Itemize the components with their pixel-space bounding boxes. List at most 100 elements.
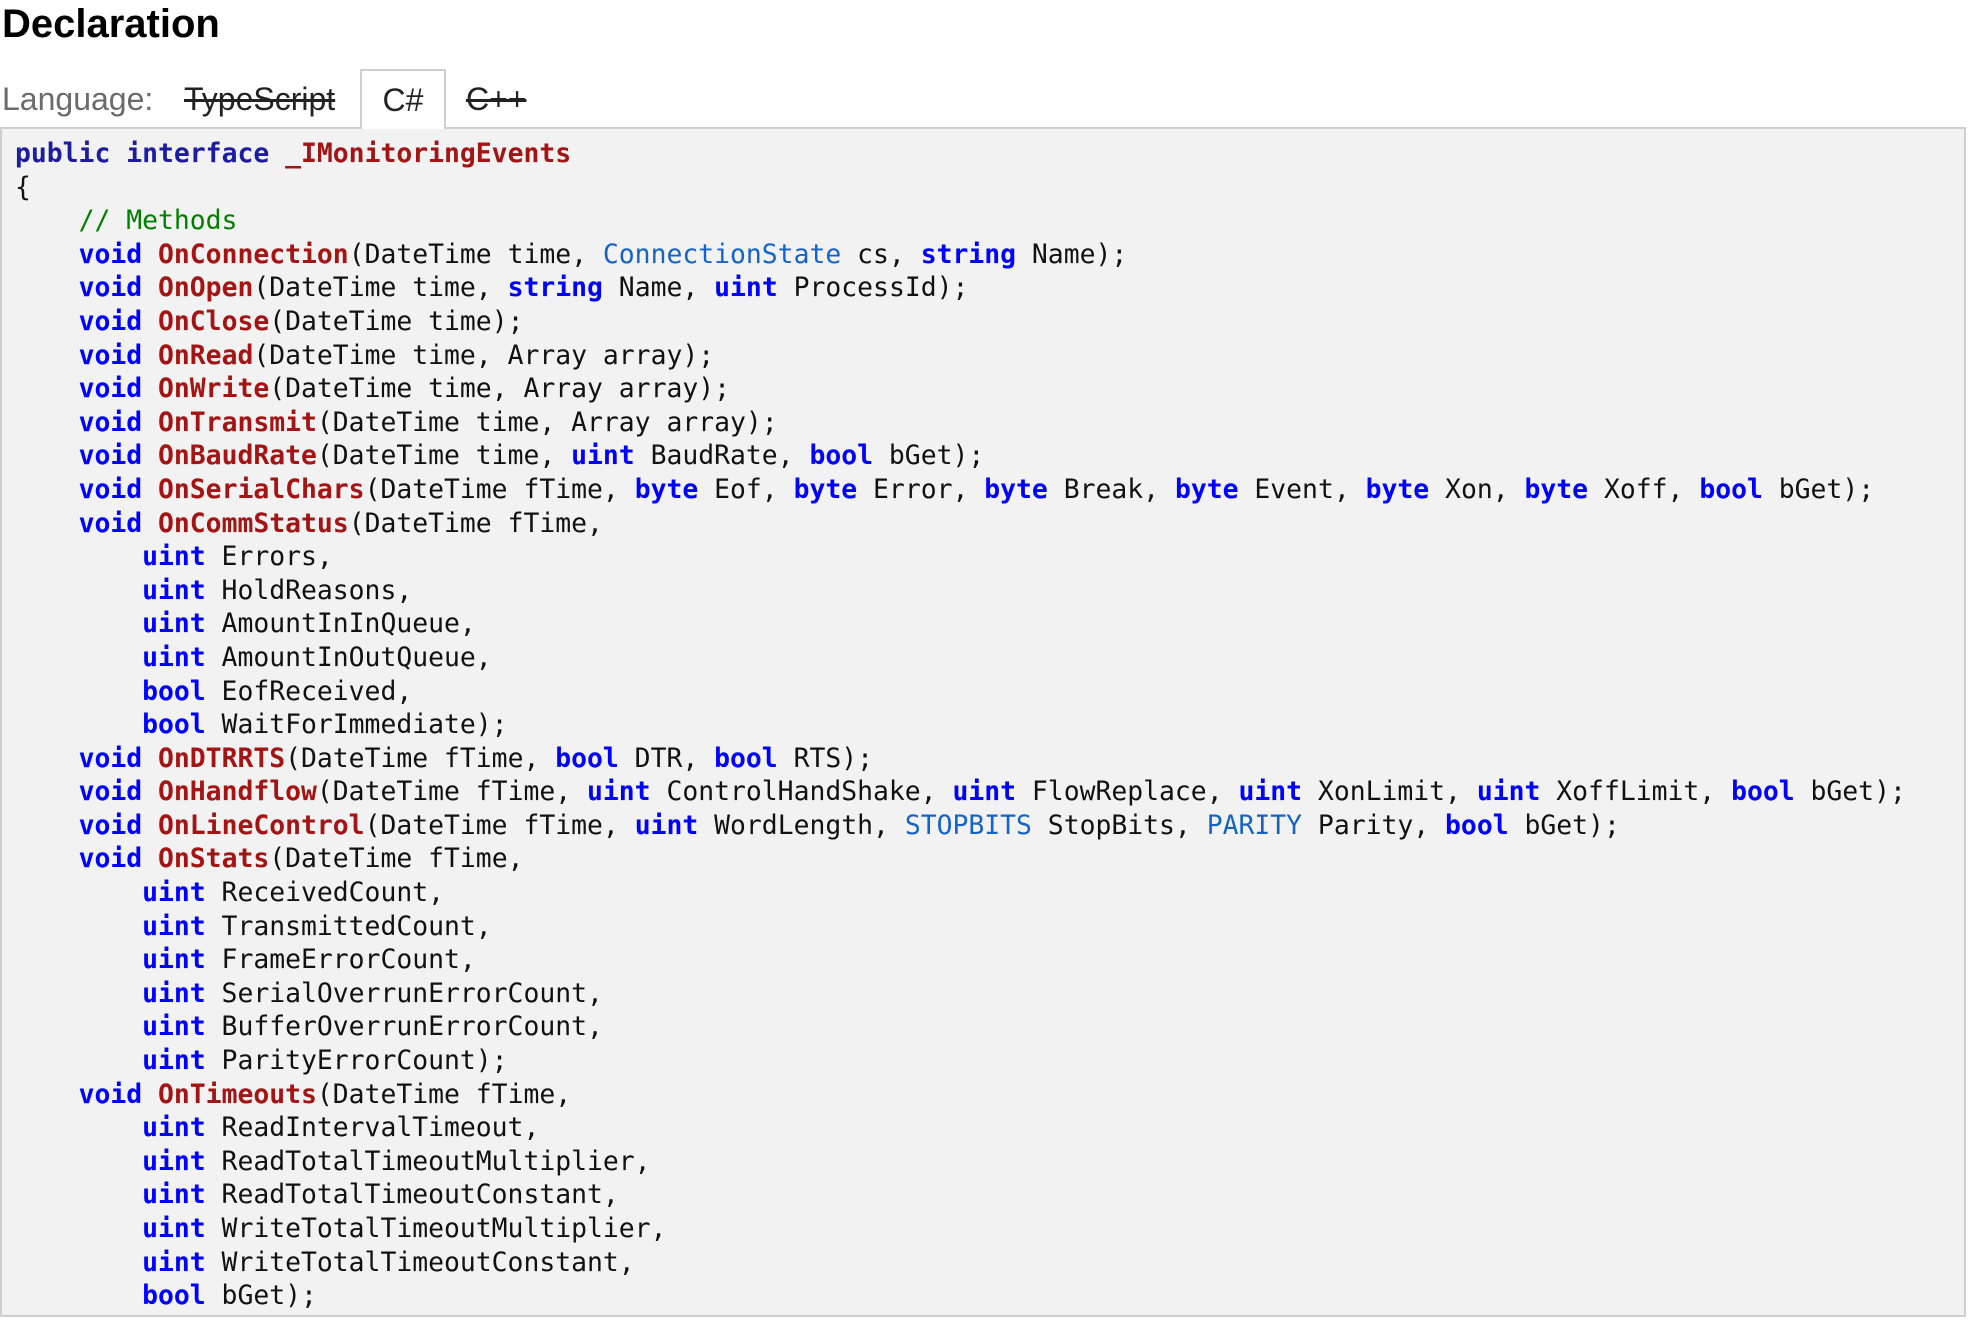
code-token: void	[78, 238, 143, 270]
code-line: void OnClose(DateTime time);	[15, 305, 1964, 339]
code-token: EofReceived,	[205, 675, 413, 707]
code-token: {	[15, 171, 31, 203]
code-token: ReadIntervalTimeout,	[205, 1112, 540, 1144]
code-line: void OnTransmit(DateTime time, Array arr…	[15, 406, 1964, 440]
code-token: void	[78, 305, 143, 337]
code-token: bool	[142, 1280, 206, 1312]
code-line: bool EofReceived,	[15, 675, 1964, 709]
code-token: uint	[142, 910, 206, 942]
code-token: (DateTime time,	[316, 440, 572, 472]
code-token: void	[78, 406, 143, 438]
tab-csharp[interactable]: C#	[360, 69, 446, 129]
code-token: OnTransmit	[158, 406, 317, 438]
code-line: void OnCommStatus(DateTime fTime,	[15, 507, 1964, 541]
code-token: uint	[142, 1145, 206, 1177]
code-token: OnConnection	[158, 238, 349, 270]
tab-typescript[interactable]: TypeScript	[184, 79, 335, 119]
code-token: OnLineControl	[158, 809, 365, 841]
code-token: void	[78, 339, 143, 371]
code-token: string	[507, 272, 603, 304]
code-token: (DateTime fTime,	[348, 507, 603, 539]
code-token: Error,	[857, 473, 985, 505]
code-token: XoffLimit,	[1540, 776, 1732, 808]
code-token: byte	[793, 473, 858, 505]
code-token: uint	[634, 809, 699, 841]
code-token: bool	[1731, 776, 1795, 808]
code-token: BaudRate,	[634, 440, 810, 472]
code-token: (DateTime fTime,	[364, 809, 635, 841]
code-token: bGet);	[1508, 809, 1620, 841]
code-token: (DateTime time,	[253, 272, 508, 304]
code-token: Xoff,	[1588, 473, 1700, 505]
code-line: // Methods	[15, 204, 1964, 238]
code-token: (DateTime time, Array array);	[269, 373, 731, 405]
code-token: (DateTime time, Array array);	[253, 339, 715, 371]
language-tabs: Language: TypeScript C# C++	[0, 69, 1968, 129]
code-token: // Methods	[78, 205, 238, 237]
code-line: void OnRead(DateTime time, Array array);	[15, 339, 1964, 373]
code-token: (DateTime time, Array array);	[316, 406, 778, 438]
code-token: OnCommStatus	[158, 507, 349, 539]
code-token: bGet);	[873, 440, 985, 472]
code-token: HoldReasons,	[205, 574, 413, 606]
code-line: uint ReceivedCount,	[15, 876, 1964, 910]
code-token: bool	[142, 675, 206, 707]
code-token: uint	[142, 1011, 206, 1043]
code-token: uint	[142, 1179, 206, 1211]
code-line: bool bGet);	[15, 1279, 1964, 1313]
code-line: void OnHandflow(DateTime fTime, uint Con…	[15, 775, 1964, 809]
code-token: bGet);	[205, 1280, 317, 1312]
code-token: ControlHandShake,	[650, 776, 953, 808]
code-line: uint ReadIntervalTimeout,	[15, 1111, 1964, 1145]
code-token: PARITY	[1206, 809, 1303, 841]
code-token: OnOpen	[158, 272, 254, 304]
code-token: uint	[142, 641, 206, 673]
code-token: public	[15, 138, 111, 169]
code-token: WriteTotalTimeoutConstant,	[205, 1246, 635, 1278]
code-line: uint AmountInInQueue,	[15, 607, 1964, 641]
tab-cpp[interactable]: C++	[466, 79, 526, 119]
code-token: void	[78, 507, 143, 539]
code-line: void OnStats(DateTime fTime,	[15, 842, 1964, 876]
code-token: bool	[1445, 809, 1509, 841]
code-token: bool	[142, 709, 206, 741]
code-token: WriteTotalTimeoutMultiplier,	[205, 1213, 667, 1244]
code-token: OnSerialChars	[158, 473, 365, 505]
code-token: OnHandflow	[158, 776, 317, 808]
code-token: void	[78, 440, 143, 472]
code-line: void OnLineControl(DateTime fTime, uint …	[15, 809, 1964, 843]
code-token: WaitForImmediate);	[205, 709, 508, 741]
code-token: AmountInOutQueue,	[205, 641, 492, 673]
code-token: (DateTime fTime,	[285, 742, 556, 774]
code-token: ReadTotalTimeoutMultiplier,	[205, 1145, 651, 1177]
code-token: uint	[142, 977, 206, 1009]
code-line: uint ReadTotalTimeoutConstant,	[15, 1178, 1964, 1212]
